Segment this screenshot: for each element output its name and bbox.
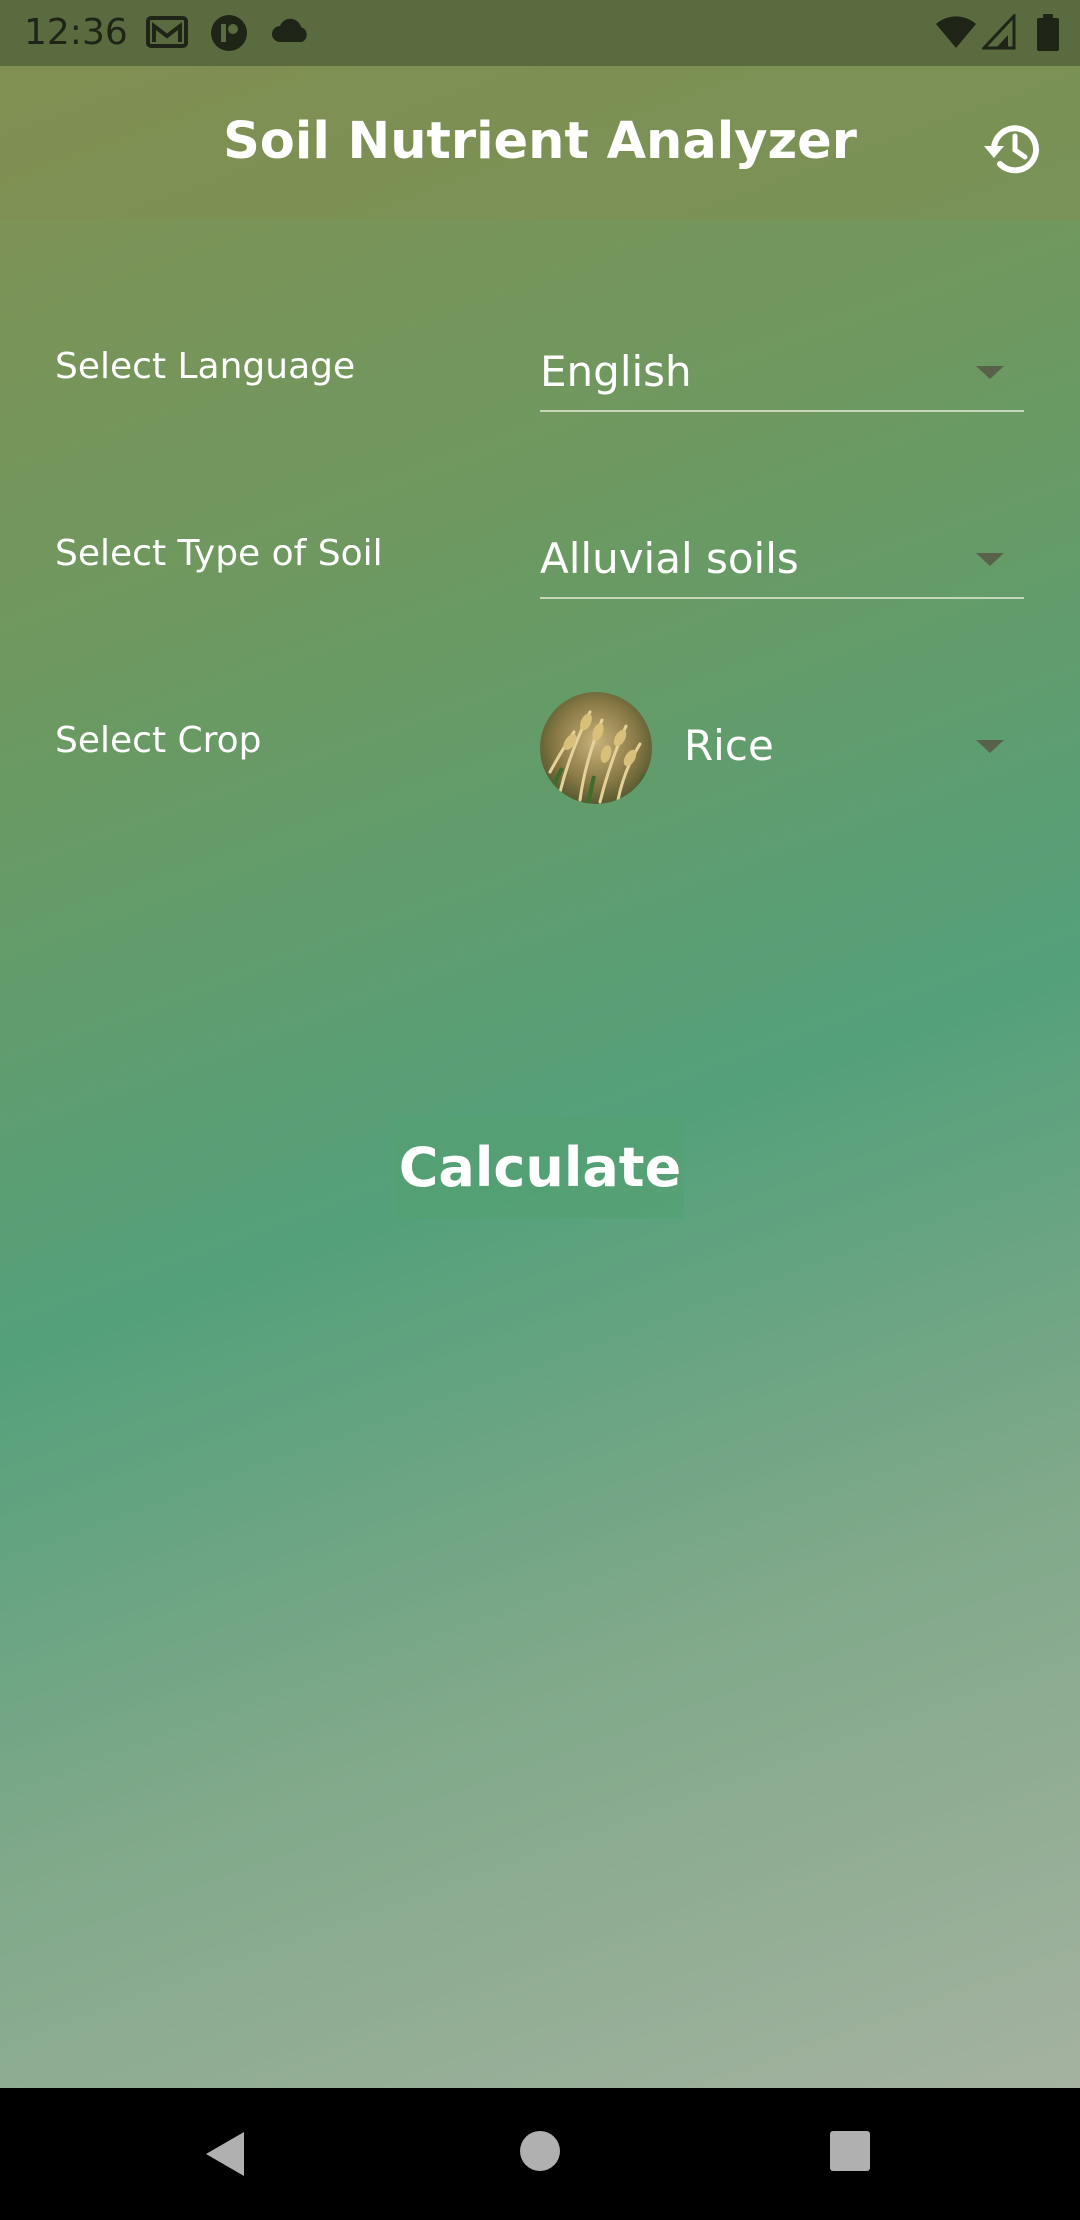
rice-crop-image	[540, 692, 652, 804]
soil-type-value: Alluvial soils	[540, 534, 799, 583]
soil-type-dropdown[interactable]: Alluvial soils	[540, 525, 1024, 599]
battery-icon	[1036, 14, 1060, 56]
app-bar: Soil Nutrient Analyzer	[0, 66, 1080, 220]
chevron-down-icon	[976, 366, 1004, 379]
app-notification-icon	[210, 14, 248, 56]
language-value: English	[540, 347, 692, 396]
back-icon[interactable]	[204, 2130, 248, 2182]
recents-icon[interactable]	[829, 2130, 871, 2176]
status-time: 12:36	[24, 12, 128, 53]
calculate-button[interactable]: Calculate	[396, 1118, 684, 1218]
screen: 12:36 Soil Nutrient Analyzer Select Lang…	[0, 0, 1080, 2220]
gmail-icon	[146, 14, 188, 54]
history-icon	[980, 125, 1046, 186]
cloud-icon	[270, 16, 310, 50]
system-nav-bar	[0, 2088, 1080, 2220]
crop-dropdown[interactable]: Rice	[540, 692, 1024, 804]
crop-value: Rice	[684, 721, 774, 770]
crop-label: Select Crop	[55, 720, 262, 761]
page-title: Soil Nutrient Analyzer	[223, 112, 857, 171]
status-bar: 12:36	[0, 0, 1080, 66]
chevron-down-icon	[976, 740, 1004, 753]
language-dropdown[interactable]: English	[540, 338, 1024, 412]
wifi-icon	[934, 14, 978, 54]
cell-signal-icon	[980, 12, 1016, 54]
language-label: Select Language	[55, 346, 356, 387]
soil-type-label: Select Type of Soil	[55, 533, 383, 574]
history-button[interactable]	[980, 116, 1046, 182]
home-icon[interactable]	[519, 2130, 561, 2176]
chevron-down-icon	[976, 553, 1004, 566]
